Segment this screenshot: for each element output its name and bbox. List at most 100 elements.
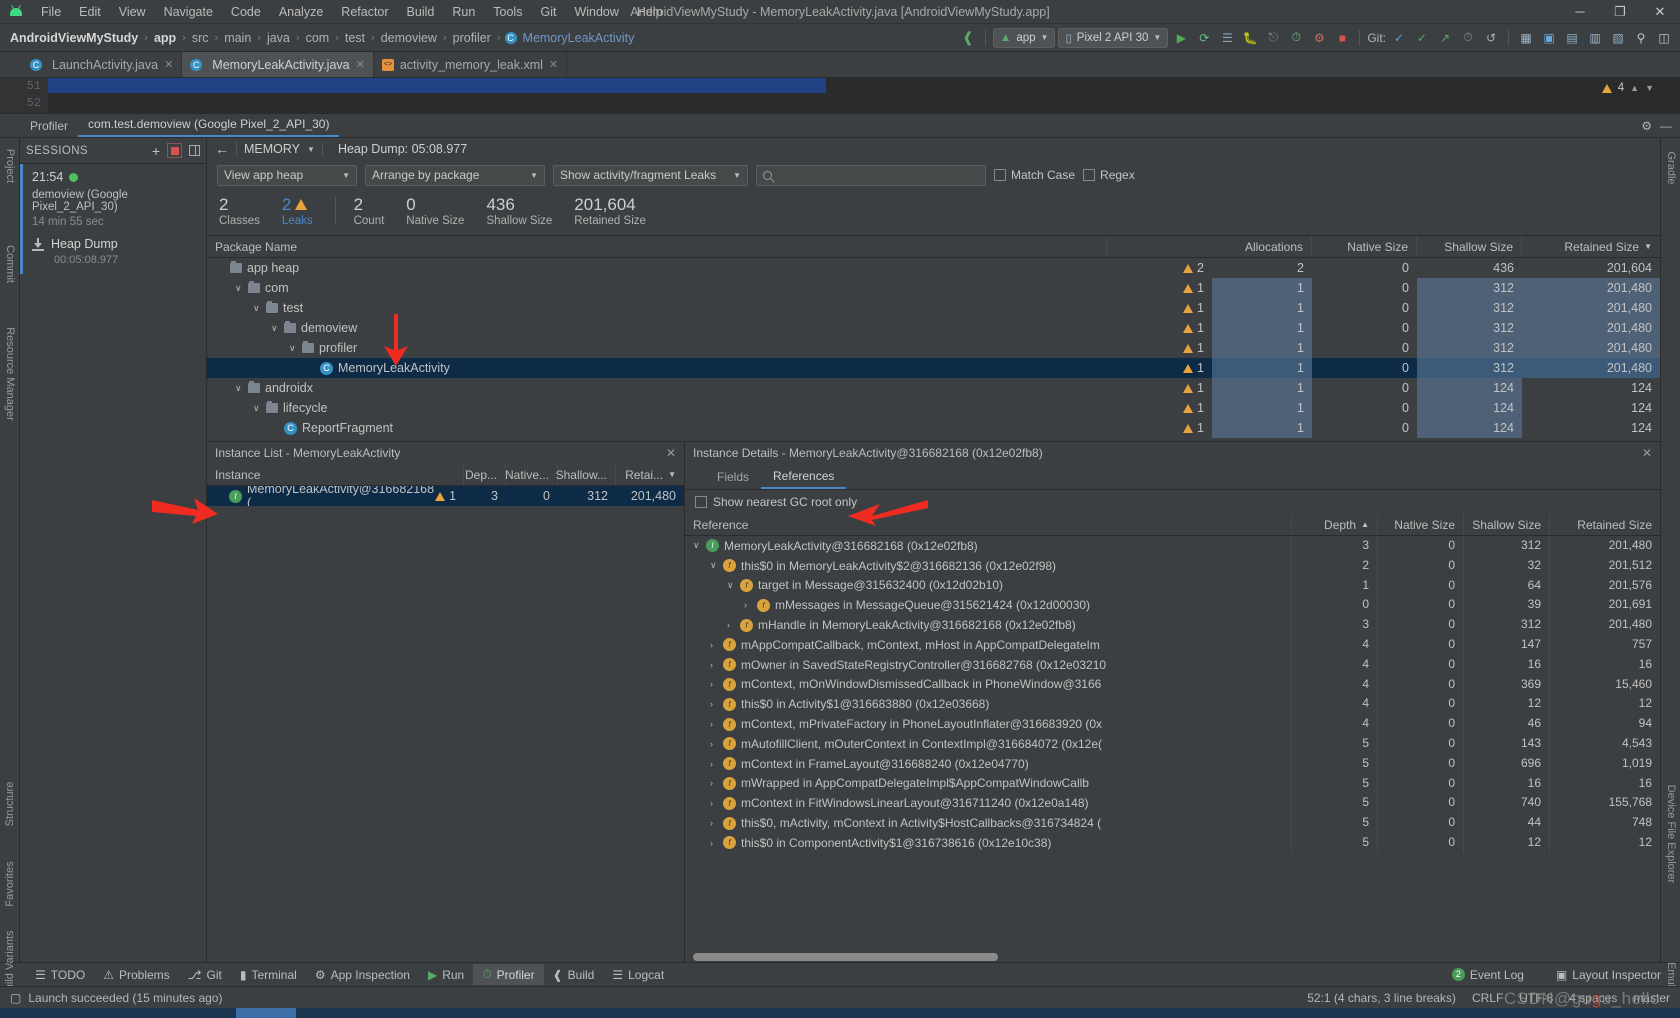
column-package-name[interactable]: Package Name <box>207 236 1107 257</box>
event-log-button[interactable]: 2 Event Log <box>1443 965 1533 985</box>
chevron-down-icon[interactable]: ∨ <box>271 323 280 334</box>
chevron-down-icon[interactable]: ∨ <box>235 283 244 294</box>
menu-git[interactable]: Git <box>531 2 565 22</box>
reference-row[interactable]: ›fmAppCompatCallback, mContext, mHost in… <box>685 635 1660 655</box>
bottom-item-run[interactable]: ▶Run <box>419 965 473 985</box>
table-row[interactable]: ∨demoview110312201,480 <box>207 318 1660 338</box>
reference-row[interactable]: ›fmHandle in MemoryLeakActivity@31668216… <box>685 615 1660 635</box>
gc-root-checkbox[interactable]: Show nearest GC root only <box>685 490 1660 514</box>
avd-manager-icon[interactable]: ▣ <box>1539 28 1559 48</box>
git-history-icon[interactable]: ⏱ <box>1458 28 1478 48</box>
match-case-checkbox[interactable]: Match Case <box>994 168 1075 182</box>
menu-analyze[interactable]: Analyze <box>270 2 332 22</box>
chevron-down-icon[interactable]: ∨ <box>693 540 702 551</box>
chevron-down-icon[interactable]: ▼ <box>1645 83 1654 93</box>
tool-button-commit[interactable]: Commit <box>4 245 16 283</box>
close-icon[interactable]: ✕ <box>1640 0 1680 24</box>
column-shallow-size[interactable]: Shallow Size <box>1417 236 1522 257</box>
reference-row[interactable]: ∨IMemoryLeakActivity@316682168 (0x12e02f… <box>685 536 1660 556</box>
reference-row[interactable]: ∨fthis$0 in MemoryLeakActivity$2@3166821… <box>685 556 1660 576</box>
table-row[interactable]: ∨test110312201,480 <box>207 298 1660 318</box>
bottom-item-terminal[interactable]: ▮Terminal <box>231 965 306 985</box>
breadcrumb-current-file[interactable]: MemoryLeakActivity <box>521 31 637 45</box>
bottom-item-logcat[interactable]: ☰Logcat <box>603 965 673 985</box>
chevron-right-icon[interactable]: › <box>710 699 719 709</box>
back-arrow-icon[interactable]: ← <box>215 141 229 157</box>
tab-memory-leak-activity[interactable]: C MemoryLeakActivity.java ✕ <box>182 52 374 77</box>
reference-row[interactable]: ›fmContext in FrameLayout@316688240 (0x1… <box>685 754 1660 774</box>
session-item[interactable]: 21:54 demoview (Google Pixel_2_API_30) 1… <box>20 164 206 274</box>
arrange-selector[interactable]: Arrange by package ▼ <box>365 165 545 186</box>
device-manager-icon[interactable]: ▤ <box>1562 28 1582 48</box>
profile-icon[interactable]: ⏱ <box>1286 28 1306 48</box>
column-native[interactable]: Native... <box>506 464 558 485</box>
editor-code[interactable]: 4 ▲ ▼ <box>48 78 1680 113</box>
menu-build[interactable]: Build <box>398 2 444 22</box>
column-instance[interactable]: Instance <box>207 464 464 485</box>
close-icon[interactable]: ✕ <box>164 58 173 71</box>
tool-button-project[interactable]: Project <box>4 149 16 183</box>
regex-checkbox[interactable]: Regex <box>1083 168 1135 182</box>
reference-row[interactable]: ›fthis$0 in ComponentActivity$1@31673861… <box>685 833 1660 853</box>
close-icon[interactable]: ✕ <box>1642 446 1652 460</box>
apply-changes-icon[interactable]: ⟳ <box>1194 28 1214 48</box>
menu-view[interactable]: View <box>110 2 155 22</box>
tool-button-device-file-explorer[interactable]: Device File Explorer <box>1665 785 1677 883</box>
bottom-item-app-inspection[interactable]: ⚙App Inspection <box>306 965 419 985</box>
column-shallow-size[interactable]: Shallow Size <box>1464 514 1550 535</box>
table-row[interactable]: CReportFragment110124124 <box>207 418 1660 438</box>
chevron-down-icon[interactable]: ∨ <box>710 560 719 571</box>
column-native-size[interactable]: Native Size <box>1312 236 1417 257</box>
inspection-widget[interactable]: 4 ▲ ▼ <box>1602 82 1654 94</box>
chevron-down-icon[interactable]: ∨ <box>727 580 736 591</box>
minimize-panel-icon[interactable]: — <box>1660 119 1672 133</box>
run-icon[interactable]: ▶ <box>1171 28 1191 48</box>
table-row[interactable]: ∨profiler110312201,480 <box>207 338 1660 358</box>
git-push-icon[interactable]: ↗ <box>1435 28 1455 48</box>
instance-row[interactable]: IMemoryLeakActivity@316682168 (130312201… <box>207 486 684 506</box>
attach-debugger-icon[interactable]: ⎋ <box>1263 28 1283 48</box>
breadcrumb-app[interactable]: app <box>152 31 178 45</box>
tool-window-icon[interactable]: ◫ <box>1654 28 1674 48</box>
apply-code-changes-icon[interactable]: ☰ <box>1217 28 1237 48</box>
breadcrumb-com[interactable]: com <box>304 31 332 45</box>
layout-inspector-button[interactable]: ▣ Layout Inspector <box>1547 965 1670 985</box>
maximize-icon[interactable]: ❐ <box>1600 0 1640 24</box>
close-icon[interactable]: ✕ <box>666 446 676 460</box>
stop-icon[interactable]: ■ <box>1332 28 1352 48</box>
table-row[interactable]: app heap220436201,604 <box>207 258 1660 278</box>
chevron-right-icon[interactable]: › <box>710 838 719 848</box>
chevron-down-icon[interactable]: ∨ <box>289 343 298 354</box>
reference-row[interactable]: ›fmContext, mOnWindowDismissedCallback i… <box>685 675 1660 695</box>
undo-icon[interactable]: ↺ <box>1481 28 1501 48</box>
column-depth[interactable]: Dep... <box>464 464 506 485</box>
device-selector[interactable]: ▯ Pixel 2 API 30 ▼ <box>1058 28 1168 48</box>
column-native-size[interactable]: Native Size <box>1378 514 1464 535</box>
tab-activity-memory-leak-xml[interactable]: activity_memory_leak.xml ✕ <box>374 52 567 77</box>
chevron-right-icon[interactable]: › <box>710 759 719 769</box>
menu-run[interactable]: Run <box>443 2 484 22</box>
breadcrumb-java[interactable]: java <box>265 31 292 45</box>
layout-inspector-icon[interactable]: ▥ <box>1585 28 1605 48</box>
reference-row[interactable]: ›fmOwner in SavedStateRegistryController… <box>685 655 1660 675</box>
breadcrumb-demoview[interactable]: demoview <box>379 31 439 45</box>
git-branch[interactable]: master <box>1633 991 1670 1005</box>
chevron-right-icon[interactable]: › <box>744 600 753 610</box>
caret-position[interactable]: 52:1 (4 chars, 3 line breaks) <box>1307 991 1456 1005</box>
search-input[interactable] <box>756 165 986 186</box>
menu-window[interactable]: Window <box>565 2 627 22</box>
menu-tools[interactable]: Tools <box>484 2 531 22</box>
tab-fields[interactable]: Fields <box>705 464 761 489</box>
column-reference[interactable]: Reference <box>685 514 1292 535</box>
profiler-mode-label[interactable]: MEMORY <box>244 142 300 156</box>
tool-button-resource-manager[interactable]: Resource Manager <box>4 327 16 421</box>
reference-row[interactable]: ∨ftarget in Message@315632400 (0x12d02b1… <box>685 576 1660 596</box>
menu-code[interactable]: Code <box>222 2 270 22</box>
menu-refactor[interactable]: Refactor <box>332 2 397 22</box>
debug-icon[interactable]: 🐛 <box>1240 28 1260 48</box>
reference-row[interactable]: ›fthis$0 in Activity$1@316683880 (0x12e0… <box>685 694 1660 714</box>
chevron-down-icon[interactable]: ∨ <box>253 303 262 314</box>
chevron-right-icon[interactable]: › <box>710 719 719 729</box>
chevron-right-icon[interactable]: › <box>710 778 719 788</box>
table-row[interactable]: ∨androidx110124124 <box>207 378 1660 398</box>
